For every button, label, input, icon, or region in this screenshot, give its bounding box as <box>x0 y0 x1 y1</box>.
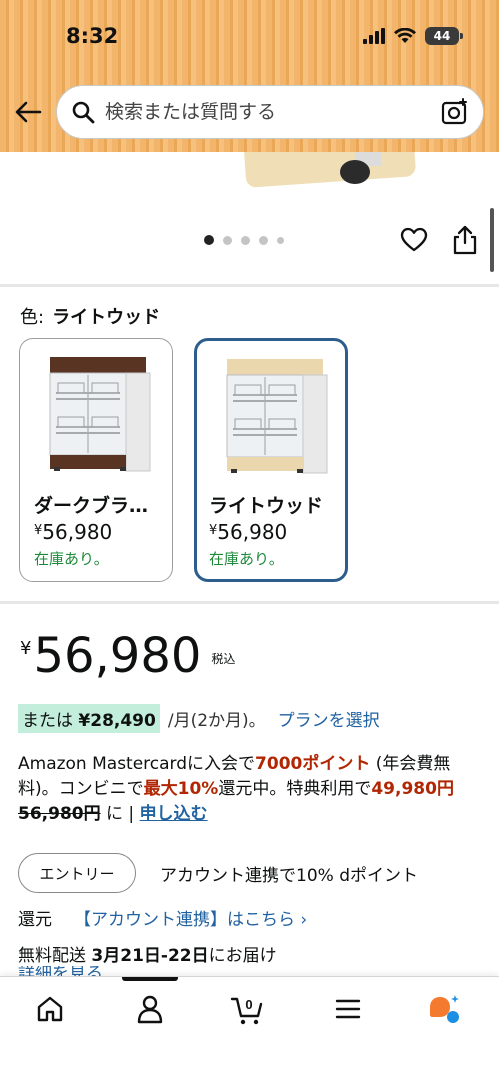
color-label-prefix: 色: <box>20 307 45 328</box>
product-image-shelf <box>243 152 417 188</box>
account-link[interactable]: 【アカウント連携】はこちら › <box>74 905 307 930</box>
delivery-dates: 3月21日-22日 <box>91 946 209 966</box>
mastercard-rate: 最大10% <box>143 779 219 799</box>
mastercard-text: 還元中。特典利用で <box>218 779 372 799</box>
heart-icon[interactable] <box>400 226 428 254</box>
price-tax-label: 税込 <box>211 652 236 666</box>
variant-stock: 在庫あり。 <box>209 550 284 568</box>
search-icon <box>72 101 95 124</box>
carousel-dot[interactable] <box>223 235 232 245</box>
header: 8:32 44 <box>0 0 499 152</box>
menu-icon[interactable] <box>330 991 366 1027</box>
variant-image <box>49 357 151 472</box>
variant-image <box>226 359 328 474</box>
entry-description: アカウント連携で10% dポイント <box>160 866 418 886</box>
account-icon[interactable] <box>132 991 168 1027</box>
variant-yen: ¥ <box>209 523 218 538</box>
bottom-nav: 0 <box>0 976 499 1080</box>
mastercard-offer: Amazon Mastercardに入会で7000ポイント (年会費無料)。コン… <box>18 752 488 827</box>
battery-level: 44 <box>433 29 451 43</box>
product-image[interactable] <box>0 152 499 284</box>
carousel-dots[interactable] <box>204 235 284 245</box>
search-bar[interactable] <box>56 85 484 139</box>
signal-icon <box>363 28 385 44</box>
home-icon[interactable] <box>32 991 68 1027</box>
variant-light-wood[interactable]: ライトウッド ¥56,980 在庫あり。 <box>194 338 348 582</box>
mastercard-points: 7000ポイント <box>255 754 371 774</box>
mastercard-discounted-price: 49,980円 <box>371 779 454 799</box>
camera-icon[interactable] <box>441 98 469 126</box>
price-yen: ¥ <box>20 638 32 659</box>
carousel-dot[interactable] <box>241 235 250 245</box>
entry-button[interactable]: エントリー <box>18 853 136 893</box>
status-time: 8:32 <box>66 24 119 48</box>
installment-period: /月(2か月)。 <box>167 711 266 731</box>
variant-stock: 在庫あり。 <box>34 550 109 568</box>
variant-price: ¥56,980 <box>209 520 287 544</box>
divider <box>0 284 499 287</box>
variant-price: ¥56,980 <box>34 520 112 544</box>
color-label: 色: ライトウッド <box>20 303 160 329</box>
battery-icon: 44 <box>425 27 463 45</box>
carousel-dot[interactable] <box>259 235 268 245</box>
more-details-link[interactable]: 詳細を見る <box>18 966 103 976</box>
carousel-dot[interactable] <box>277 236 284 244</box>
wifi-icon <box>394 28 416 43</box>
color-selected: ライトウッド <box>52 307 161 328</box>
cart-icon[interactable]: 0 <box>230 991 266 1027</box>
status-icons: 44 <box>363 27 463 45</box>
delivery-info: 無料配送 3月21日-22日にお届け <box>18 941 277 966</box>
apply-link[interactable]: 申し込む <box>140 804 208 824</box>
variant-price-amount: 56,980 <box>42 520 113 544</box>
variant-name: ライトウッド <box>209 495 324 517</box>
delivery-text: 無料配送 <box>18 946 92 966</box>
mastercard-text: に | <box>100 804 140 824</box>
variant-price-amount: 56,980 <box>217 520 288 544</box>
variant-yen: ¥ <box>34 523 43 538</box>
variant-dark-brown[interactable]: ダークブラ… ¥56,980 在庫あり。 <box>19 338 173 582</box>
mastercard-text: Amazon Mastercardに入会で <box>18 754 256 774</box>
delivery-text: にお届け <box>208 946 277 966</box>
search-input[interactable] <box>105 101 425 123</box>
cart-count: 0 <box>245 997 252 1012</box>
share-icon[interactable] <box>451 224 479 256</box>
installment-amount: ¥28,490 <box>78 711 156 731</box>
rufus-icon[interactable] <box>426 991 462 1027</box>
price: ¥ 56,980 税込 <box>20 628 235 684</box>
entry-kangen: 還元 <box>18 910 52 930</box>
nav-active-indicator <box>122 977 178 981</box>
select-plan-link[interactable]: プランを選択 <box>278 706 380 731</box>
product-image-caster <box>340 160 370 184</box>
carousel-dot[interactable] <box>204 235 214 245</box>
back-arrow-icon[interactable] <box>12 96 44 128</box>
divider <box>0 601 499 604</box>
scrollbar[interactable] <box>490 208 494 272</box>
installment-highlight: または ¥28,490 <box>18 704 160 733</box>
variant-name: ダークブラ… <box>34 495 149 517</box>
price-amount: 56,980 <box>33 628 202 684</box>
installment-offer: または ¥28,490 /月(2か月)。 プランを選択 <box>18 704 380 733</box>
installment-prefix: または <box>22 711 73 731</box>
mastercard-original-price: 56,980円 <box>18 804 101 824</box>
